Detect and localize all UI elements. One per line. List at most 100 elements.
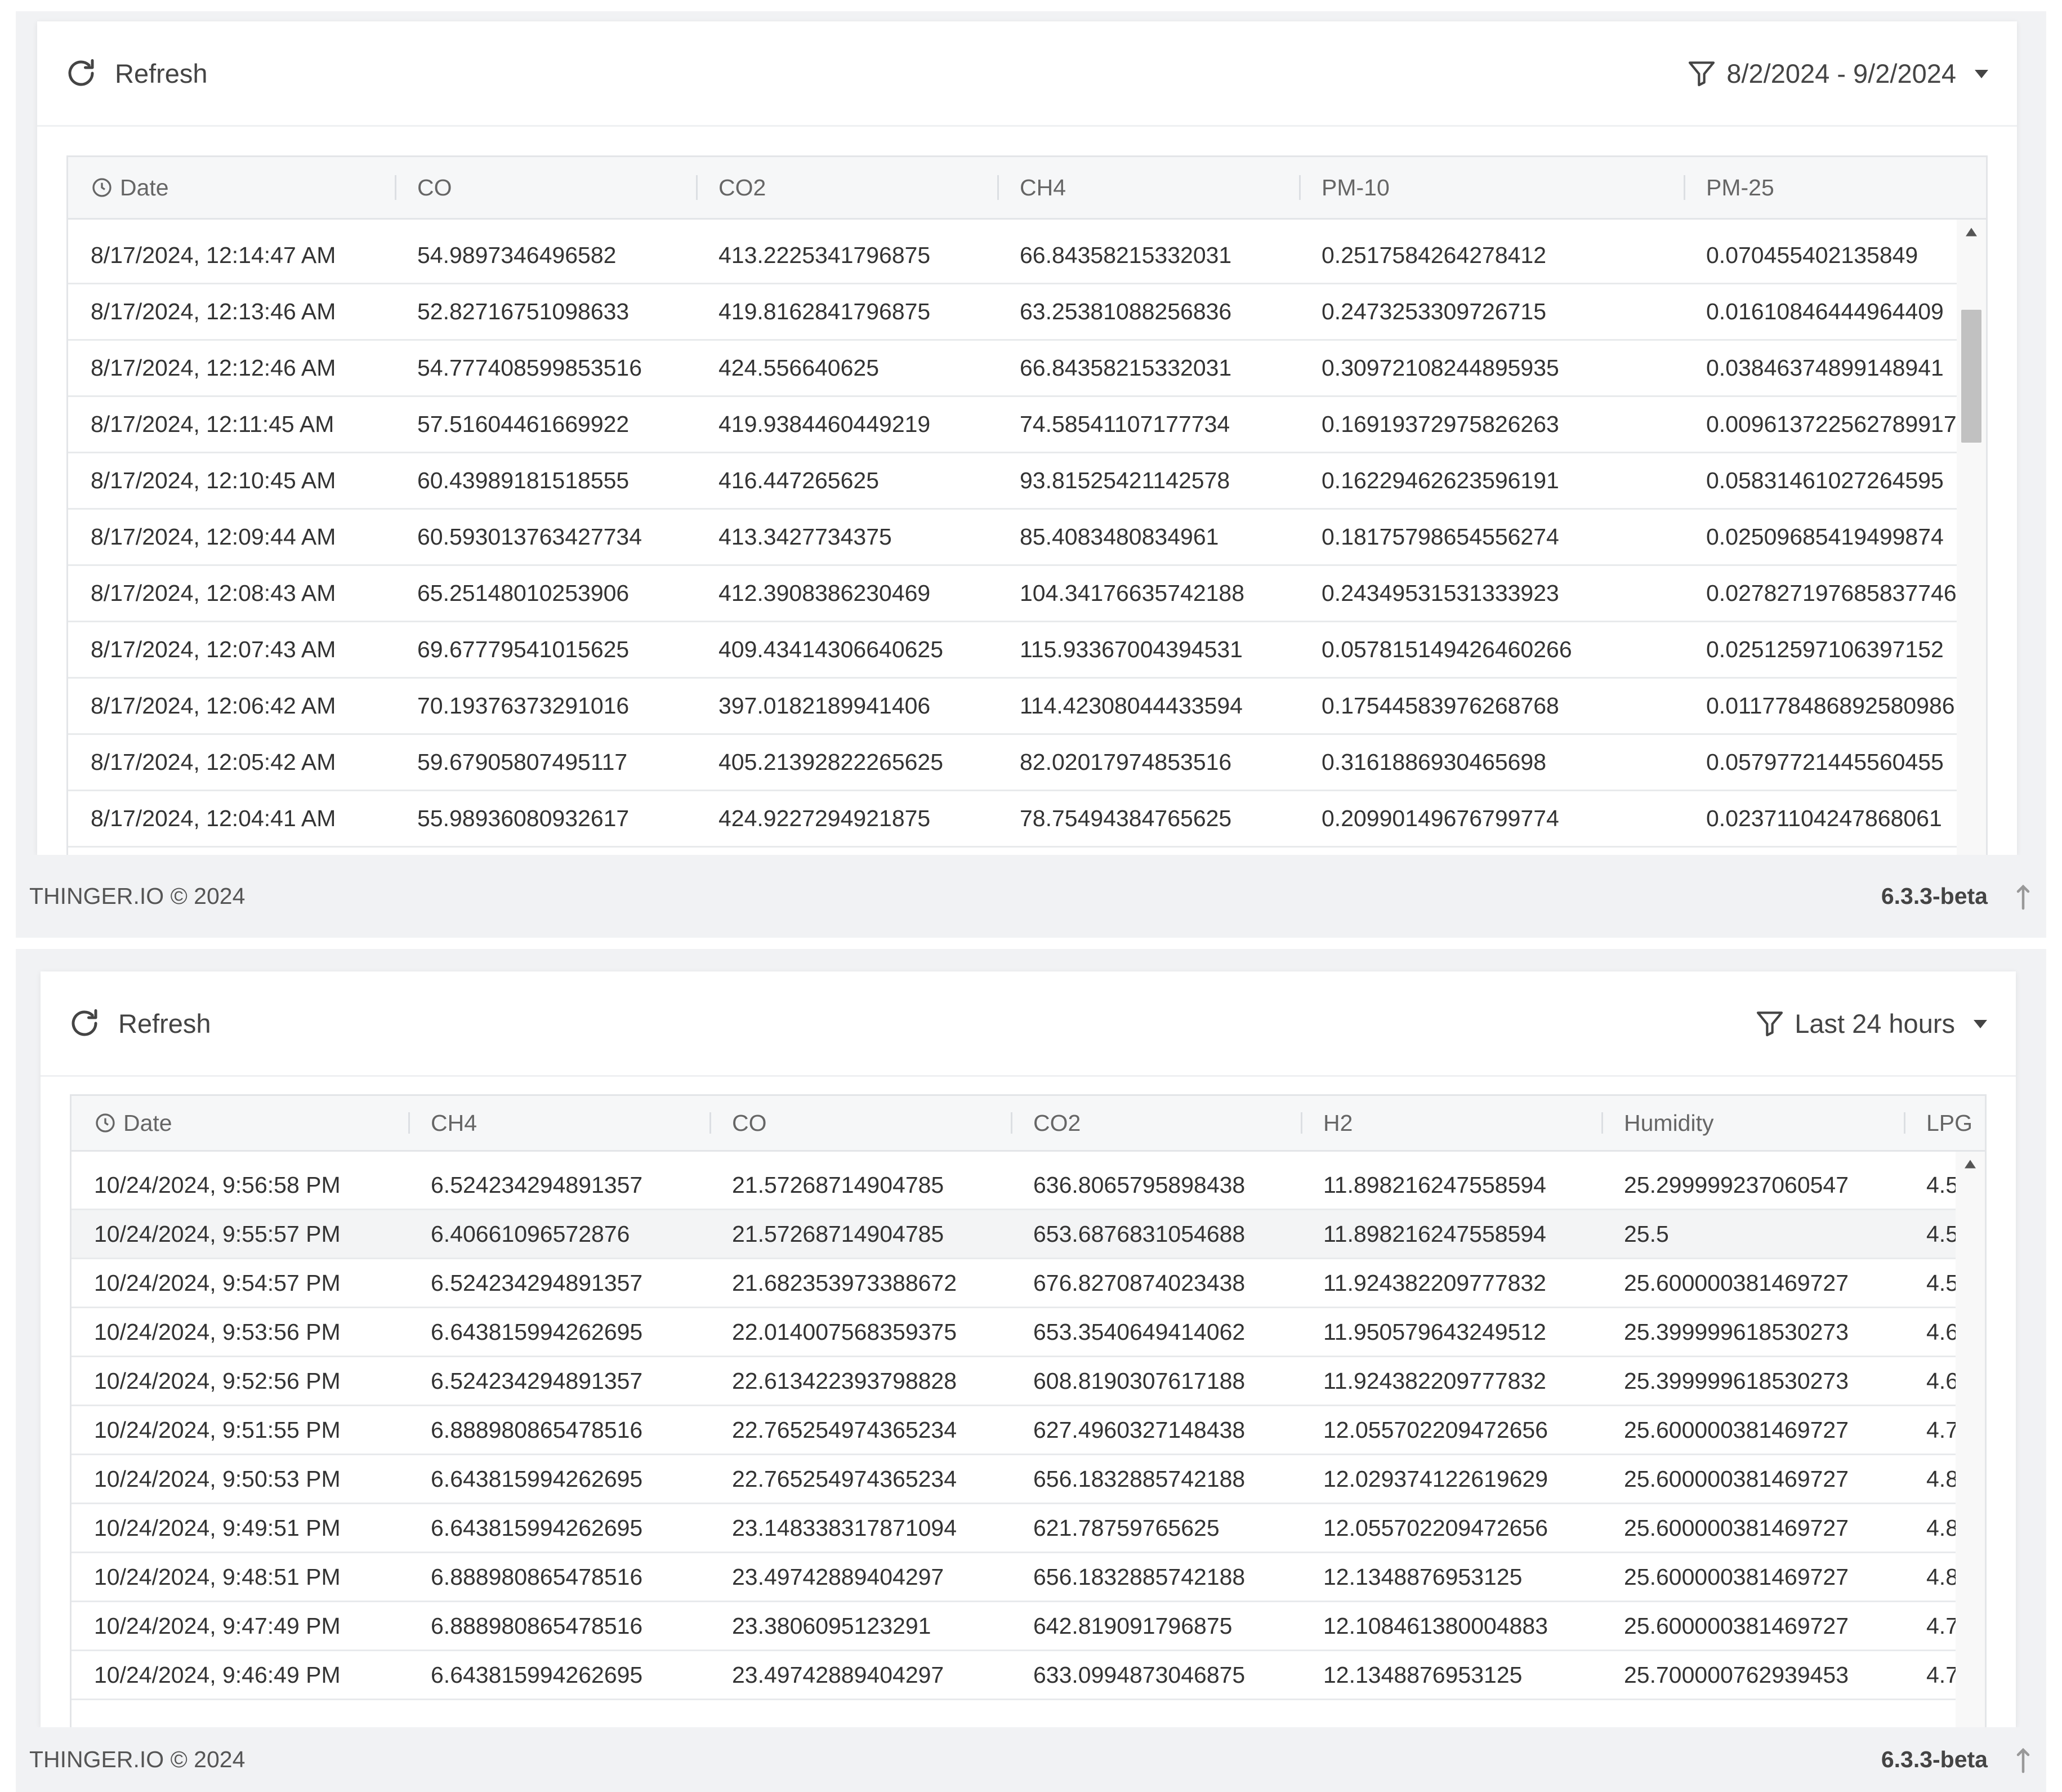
table-row[interactable]: 10/24/2024, 9:48:51 PM 6.888980865478516 2… xyxy=(72,1553,1956,1602)
table-cell: 653.3540649414062 xyxy=(1033,1318,1246,1345)
table-cell: 4.8 xyxy=(1926,1465,1956,1492)
table-cell: 25.600000381469727 xyxy=(1624,1612,1849,1639)
column-header-humidity[interactable]: Humidity xyxy=(1601,1096,1904,1150)
column-header-pm25[interactable]: PM-25 xyxy=(1684,157,1986,218)
table-cell: 416.447265625 xyxy=(718,467,880,493)
vertical-scrollbar[interactable] xyxy=(1957,220,1986,855)
table-cell: 6.643815994262695 xyxy=(431,1318,643,1345)
table-cell: 633.0994873046875 xyxy=(1033,1661,1246,1688)
table-row[interactable]: 10/24/2024, 9:51:55 PM 6.888980865478516 2… xyxy=(72,1406,1956,1455)
table-cell: 0.01610846444964409 xyxy=(1706,298,1944,324)
table-cell: 0.18175798654556274 xyxy=(1322,524,1559,550)
column-label: CO2 xyxy=(718,174,766,200)
column-header-pm10[interactable]: PM-10 xyxy=(1299,157,1684,218)
column-label: LPG xyxy=(1926,1109,1973,1136)
table-cell: 6.643815994262695 xyxy=(431,1661,643,1688)
table-row[interactable]: 8/17/2024, 12:10:45 AM 60.43989181518555 4… xyxy=(68,453,1957,510)
column-header-ch4[interactable]: CH4 xyxy=(997,157,1299,218)
table-cell: 25.700000762939453 xyxy=(1624,1661,1849,1688)
table-cell: 74.58541107177734 xyxy=(1020,411,1230,437)
table-row[interactable]: 10/24/2024, 9:50:53 PM 6.643815994262695 2… xyxy=(72,1455,1956,1504)
caret-down-icon xyxy=(1975,70,1988,78)
table-cell: 25.299999237060547 xyxy=(1624,1171,1849,1198)
table-cell: 10/24/2024, 9:50:53 PM xyxy=(94,1465,341,1492)
refresh-button[interactable]: Refresh xyxy=(68,1001,211,1046)
table-row[interactable]: 10/24/2024, 9:52:56 PM 6.524234294891357 2… xyxy=(72,1357,1956,1406)
data-table: Date CH4 CO CO2 H2 Humidity LPG 10/24/20… xyxy=(70,1094,1987,1727)
table-cell: 409.43414306640625 xyxy=(718,636,944,662)
table-row[interactable]: 10/24/2024, 9:49:51 PM 6.643815994262695 2… xyxy=(72,1504,1956,1553)
table-cell: 25.600000381469727 xyxy=(1624,1269,1849,1296)
column-header-ch4[interactable]: CH4 xyxy=(408,1096,709,1150)
table-cell: 54.777408599853516 xyxy=(417,355,642,381)
table-row[interactable]: 10/24/2024, 9:53:56 PM 6.643815994262695 2… xyxy=(72,1308,1956,1357)
scrollbar-thumb[interactable] xyxy=(1961,310,1981,443)
column-header-date[interactable]: Date xyxy=(72,1096,408,1150)
table-cell: 21.57268714904785 xyxy=(732,1171,944,1198)
arrow-up-icon[interactable] xyxy=(2014,1746,2033,1773)
table-row[interactable]: 8/17/2024, 12:08:43 AM 65.25148010253906 4… xyxy=(68,566,1957,622)
table-cell: 0.2473253309726715 xyxy=(1322,298,1547,324)
table-row[interactable]: 10/24/2024, 9:55:57 PM 6.40661096572876 21… xyxy=(72,1210,1956,1259)
table-cell: 424.556640625 xyxy=(718,355,880,381)
table-cell: 10/24/2024, 9:49:51 PM xyxy=(94,1514,341,1541)
refresh-button[interactable]: Refresh xyxy=(64,51,208,96)
table-cell: 10/24/2024, 9:55:57 PM xyxy=(94,1220,341,1247)
table-row[interactable]: 10/24/2024, 9:47:49 PM 6.888980865478516 2… xyxy=(72,1602,1956,1651)
table-row[interactable]: 8/17/2024, 12:06:42 AM 70.19376373291016 3… xyxy=(68,679,1957,735)
table-row[interactable]: 10/24/2024, 9:46:49 PM 6.643815994262695 2… xyxy=(72,1651,1956,1700)
table-cell: 69.67779541015625 xyxy=(417,636,630,662)
time-range-filter[interactable]: Last 24 hours xyxy=(1754,1001,1989,1046)
table-cell: 10/24/2024, 9:46:49 PM xyxy=(94,1661,341,1688)
table-row[interactable]: 8/17/2024, 12:07:43 AM 69.67779541015625 4… xyxy=(68,622,1957,679)
table-cell: 22.613422393798828 xyxy=(732,1367,957,1394)
table-row[interactable]: 8/17/2024, 12:12:46 AM 54.777408599853516… xyxy=(68,341,1957,397)
table-cell: 12.1348876953125 xyxy=(1323,1563,1523,1590)
table-row[interactable]: 8/17/2024, 12:11:45 AM 57.51604461669922 4… xyxy=(68,397,1957,453)
column-header-lpg[interactable]: LPG xyxy=(1904,1096,1985,1150)
column-label: CO xyxy=(732,1109,767,1136)
date-range-filter[interactable]: 8/2/2024 - 9/2/2024 xyxy=(1686,51,1990,96)
table-cell: 10/24/2024, 9:52:56 PM xyxy=(94,1367,341,1394)
table-row[interactable]: 10/24/2024, 9:56:58 PM 6.524234294891357 2… xyxy=(72,1161,1956,1210)
column-label: PM-10 xyxy=(1322,174,1390,200)
table-cell: 4.8 xyxy=(1926,1514,1956,1541)
column-header-co[interactable]: CO xyxy=(395,157,696,218)
scroll-up-arrow-icon[interactable] xyxy=(1963,1158,1978,1170)
clock-icon xyxy=(92,178,111,197)
table-cell: 12.055702209472656 xyxy=(1323,1416,1548,1443)
table-row[interactable]: 8/17/2024, 12:04:41 AM 55.98936080932617 4… xyxy=(68,791,1957,848)
table-cell: 8/17/2024, 12:09:44 AM xyxy=(91,524,336,550)
table-cell: 12.1348876953125 xyxy=(1323,1661,1523,1688)
scroll-up-arrow-icon[interactable] xyxy=(1964,226,1979,238)
column-label: Date xyxy=(120,174,169,200)
table-cell: 621.78759765625 xyxy=(1033,1514,1220,1541)
page-footer: THINGER.IO © 2024 6.3.3-beta xyxy=(16,1727,2046,1792)
arrow-up-icon[interactable] xyxy=(2014,883,2033,910)
column-header-h2[interactable]: H2 xyxy=(1301,1096,1601,1150)
table-row[interactable]: 8/17/2024, 12:05:42 AM 59.67905807495117 4… xyxy=(68,735,1957,791)
table-cell: 8/17/2024, 12:12:46 AM xyxy=(91,355,336,381)
column-header-co[interactable]: CO xyxy=(709,1096,1011,1150)
table-row[interactable]: 10/24/2024, 9:54:57 PM 6.524234294891357 2… xyxy=(72,1259,1956,1308)
table-cell: 104.34176635742188 xyxy=(1020,580,1245,606)
table-cell: 10/24/2024, 9:53:56 PM xyxy=(94,1318,341,1345)
vertical-scrollbar[interactable] xyxy=(1956,1152,1985,1727)
table-cell: 25.399999618530273 xyxy=(1624,1367,1849,1394)
table-cell: 6.524234294891357 xyxy=(431,1171,643,1198)
table-cell: 0.24349531531333923 xyxy=(1322,580,1559,606)
table-cell: 6.643815994262695 xyxy=(431,1514,643,1541)
table-cell: 6.888980865478516 xyxy=(431,1612,643,1639)
table-cell: 63.25381088256836 xyxy=(1020,298,1232,324)
table-cell: 11.924382209777832 xyxy=(1323,1367,1546,1394)
table-cell: 8/17/2024, 12:05:42 AM xyxy=(91,749,336,775)
table-row[interactable]: 8/17/2024, 12:14:47 AM 54.9897346496582 41… xyxy=(68,228,1957,284)
refresh-label: Refresh xyxy=(115,58,208,88)
column-header-date[interactable]: Date xyxy=(68,157,395,218)
table-cell: 6.888980865478516 xyxy=(431,1563,643,1590)
table-row[interactable]: 8/17/2024, 12:13:46 AM 52.82716751098633 4… xyxy=(68,284,1957,341)
column-header-co2[interactable]: CO2 xyxy=(696,157,997,218)
column-header-co2[interactable]: CO2 xyxy=(1011,1096,1301,1150)
table-row[interactable]: 8/17/2024, 12:09:44 AM 60.593013763427734… xyxy=(68,510,1957,566)
caret-down-icon xyxy=(1974,1020,1987,1028)
